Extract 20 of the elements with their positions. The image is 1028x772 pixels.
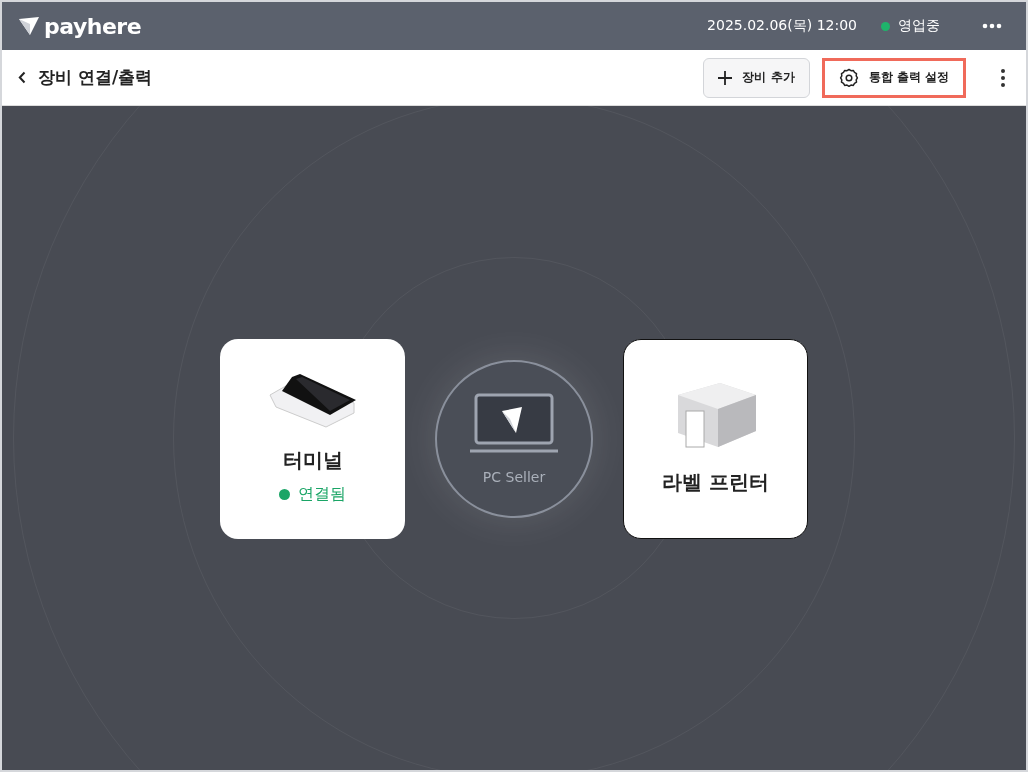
date-time: 2025.02.06(목) 12:00 — [707, 17, 857, 35]
hub-label: PC Seller — [482, 468, 546, 485]
plus-icon — [718, 70, 733, 85]
device-card[interactable]: 라벨 프린터 — [623, 338, 808, 539]
store-status: 영업중 — [898, 17, 940, 35]
logo-text: payhere — [44, 13, 142, 39]
device-card[interactable]: 터미널 연결됨 — [220, 338, 405, 539]
more-vertical-icon[interactable] — [1000, 67, 1006, 88]
header-button[interactable]: 장비 추가 — [703, 57, 810, 98]
connection-status: 연결됨 — [298, 483, 346, 505]
connection-dot — [279, 488, 290, 500]
laptop-icon — [470, 392, 558, 455]
logo-icon — [18, 16, 40, 36]
more-icon[interactable] — [982, 23, 1002, 29]
device-name: 터미널 — [282, 446, 343, 474]
back-icon[interactable] — [18, 71, 26, 84]
header-button[interactable]: 통합 출력 설정 — [821, 57, 966, 98]
settings-icon — [838, 67, 859, 88]
page-title: 장비 연결/출력 — [38, 66, 153, 89]
device-name: 라벨 프린터 — [662, 469, 769, 496]
